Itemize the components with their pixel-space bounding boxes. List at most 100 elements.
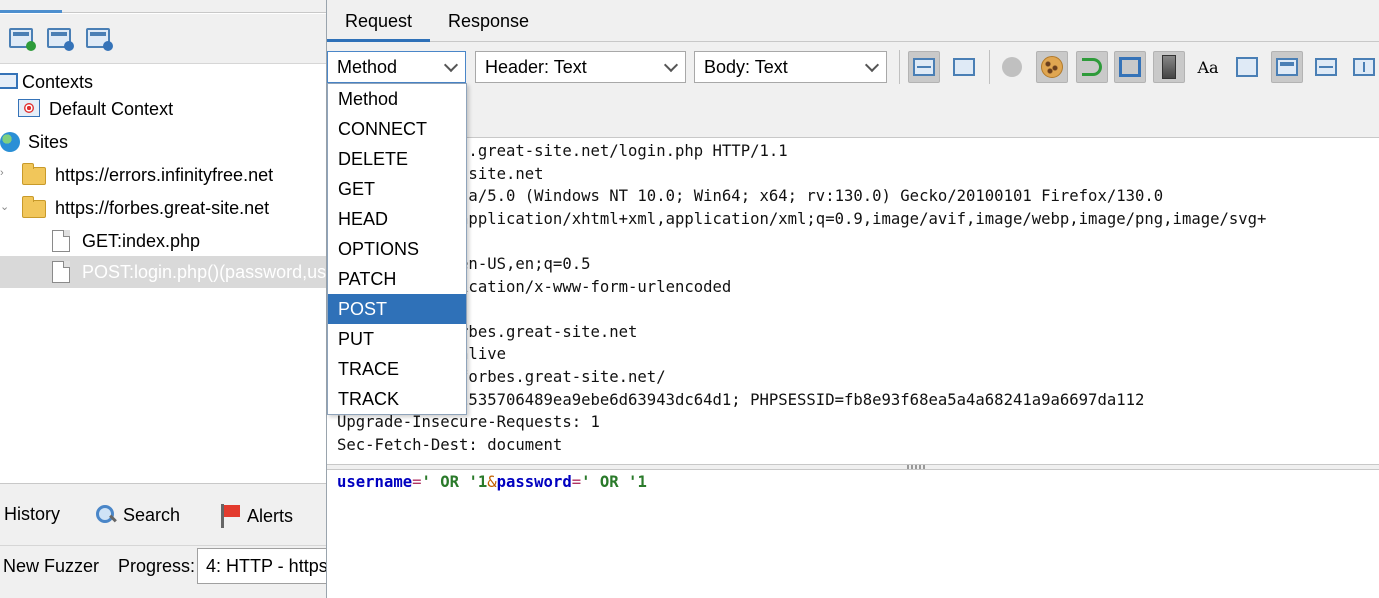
- tree-item-default-context[interactable]: Default Context: [0, 93, 326, 125]
- chevron-down-icon: [663, 57, 679, 73]
- search-icon: [95, 504, 117, 526]
- toolbar-separator: [899, 50, 900, 84]
- wrap-icon: [1082, 58, 1102, 76]
- folder-open-icon: [22, 196, 46, 218]
- method-option-track[interactable]: TRACK: [328, 384, 466, 414]
- request-editor-panel: Request Response Method Header: Text Bod…: [327, 0, 1379, 598]
- param-value: ' OR '1: [581, 473, 647, 491]
- header-line: html,application/xhtml+xml,application/x…: [337, 209, 1267, 228]
- layout-tabs-button[interactable]: [1271, 51, 1303, 83]
- split-horizontal-icon: [913, 58, 935, 76]
- tree-label: https://errors.infinityfree.net: [55, 164, 274, 185]
- single-view-button[interactable]: [948, 51, 980, 83]
- contexts-icon: [0, 73, 18, 89]
- method-option-patch[interactable]: PATCH: [328, 264, 466, 294]
- refresh-button[interactable]: [1231, 51, 1263, 83]
- tree-label: POST:login.php()(password,us: [82, 261, 327, 282]
- tree-item-sites[interactable]: Sites: [0, 126, 326, 158]
- font-icon: Aa: [1197, 57, 1219, 77]
- progress-value: 4: HTTP - https: [206, 555, 327, 576]
- document-icon: [52, 230, 70, 252]
- method-select[interactable]: Method: [327, 51, 466, 83]
- layout-above-button[interactable]: [1310, 51, 1342, 83]
- method-option-trace[interactable]: TRACE: [328, 354, 466, 384]
- tree-item-post-login[interactable]: POST:login.php()(password,us: [0, 256, 327, 288]
- cookie-button[interactable]: [1036, 51, 1068, 83]
- tab-label: Search: [123, 504, 181, 525]
- equals-sign: =: [571, 473, 582, 491]
- progress-label: Progress:: [118, 556, 196, 576]
- header-format-select[interactable]: Header: Text: [475, 51, 686, 83]
- break-button[interactable]: [996, 51, 1028, 83]
- method-option-options[interactable]: OPTIONS: [328, 234, 466, 264]
- document-icon: [52, 261, 70, 283]
- param-name: username: [337, 473, 413, 491]
- single-panel-icon: [953, 58, 975, 76]
- sites-panel: Contexts Default Context Sites › https:/…: [0, 0, 327, 598]
- sites-toolbar: [0, 14, 326, 64]
- layout-side-button[interactable]: [1348, 51, 1379, 83]
- tab-history[interactable]: History: [4, 504, 60, 525]
- new-fuzzer-button[interactable]: New Fuzzer: [3, 556, 99, 577]
- param-value: ' OR '1: [421, 473, 488, 491]
- font-button[interactable]: Aa: [1192, 51, 1224, 83]
- scroll-sync-button[interactable]: [1153, 51, 1185, 83]
- globe-icon: [0, 132, 20, 152]
- refresh-icon: [1236, 57, 1258, 77]
- tab-label: Response: [448, 10, 530, 31]
- tree-label: Contexts: [22, 71, 94, 92]
- header-line: Sec-Fetch-Dest: document: [337, 435, 563, 454]
- tree-label: GET:index.php: [82, 230, 201, 251]
- tab-label: History: [4, 504, 61, 524]
- chevron-down-icon: [864, 57, 880, 73]
- target-icon: [18, 99, 40, 117]
- word-wrap-button[interactable]: [1076, 51, 1108, 83]
- tree-item-site-errors[interactable]: › https://errors.infinityfree.net: [0, 159, 326, 191]
- progress-select[interactable]: 4: HTTP - https: [197, 548, 327, 584]
- cookie-icon: [1041, 56, 1063, 78]
- toolbar-separator: [989, 50, 990, 84]
- expand-icon: [1119, 57, 1141, 77]
- layout-columns-icon: [1353, 58, 1375, 76]
- method-dropdown-list: Method CONNECT DELETE GET HEAD OPTIONS PATCH PO…: [327, 83, 467, 415]
- body-format-value: Body: Text: [704, 56, 788, 77]
- split-view-button[interactable]: [908, 51, 940, 83]
- body-format-select[interactable]: Body: Text: [694, 51, 887, 83]
- fullscreen-button[interactable]: [1114, 51, 1146, 83]
- expand-arrow-icon[interactable]: ›: [0, 167, 4, 179]
- sites-tab-strip: [0, 0, 326, 13]
- tab-alerts[interactable]: Alerts: [219, 504, 293, 528]
- tree-label: Default Context: [49, 98, 174, 119]
- layout-stacked-icon: [1315, 58, 1337, 76]
- tab-request[interactable]: Request: [327, 0, 430, 42]
- tab-label: Request: [345, 10, 413, 31]
- scrollbar-icon: [1162, 55, 1176, 79]
- tree-item-site-forbes[interactable]: ⌄ https://forbes.great-site.net: [0, 192, 326, 224]
- tab-search[interactable]: Search: [95, 504, 180, 526]
- request-response-tabs: Request Response: [327, 0, 1379, 42]
- request-header-editor[interactable]: forbes.great-site.net/login.php HTTP/1.1…: [327, 139, 1379, 464]
- method-option-connect[interactable]: CONNECT: [328, 114, 466, 144]
- export-context-icon[interactable]: [86, 28, 113, 51]
- new-context-icon[interactable]: [9, 28, 36, 51]
- request-body-editor[interactable]: username=' OR '1&password=' OR '1: [327, 470, 1379, 598]
- method-option-delete[interactable]: DELETE: [328, 144, 466, 174]
- import-context-icon[interactable]: [47, 28, 74, 51]
- ampersand: &: [487, 473, 497, 491]
- collapse-arrow-icon[interactable]: ⌄: [0, 200, 9, 213]
- tree-item-get-index[interactable]: GET:index.php: [0, 225, 326, 257]
- tab-response[interactable]: Response: [430, 0, 547, 42]
- method-option-method[interactable]: Method: [328, 84, 466, 114]
- folder-icon: [22, 163, 46, 185]
- request-options-toolbar: Method Header: Text Body: Text Aa: [327, 42, 1379, 138]
- method-option-put[interactable]: PUT: [328, 324, 466, 354]
- method-option-post[interactable]: POST: [328, 294, 466, 324]
- method-option-head[interactable]: HEAD: [328, 204, 466, 234]
- fuzzer-bar: New Fuzzer Progress: 4: HTTP - https: [0, 545, 327, 598]
- method-option-get[interactable]: GET: [328, 174, 466, 204]
- tree-label: Sites: [28, 131, 69, 152]
- header-line: Upgrade-Insecure-Requests: 1: [337, 413, 600, 432]
- equals-sign: =: [412, 473, 422, 491]
- header-format-value: Header: Text: [485, 56, 587, 77]
- bottom-tab-bar: History Search Alerts: [0, 483, 326, 545]
